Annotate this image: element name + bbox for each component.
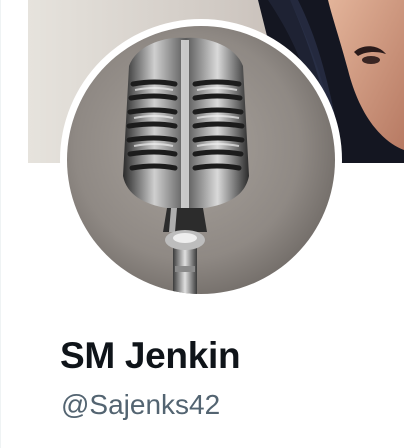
microphone-icon: [67, 26, 335, 294]
column-divider: [0, 0, 1, 448]
avatar[interactable]: [67, 26, 335, 294]
profile-display-name: SM Jenkin: [60, 335, 241, 376]
profile-handle: @Sajenks42: [61, 389, 221, 420]
profile-header: SM Jenkin @Sajenks42: [0, 0, 404, 448]
